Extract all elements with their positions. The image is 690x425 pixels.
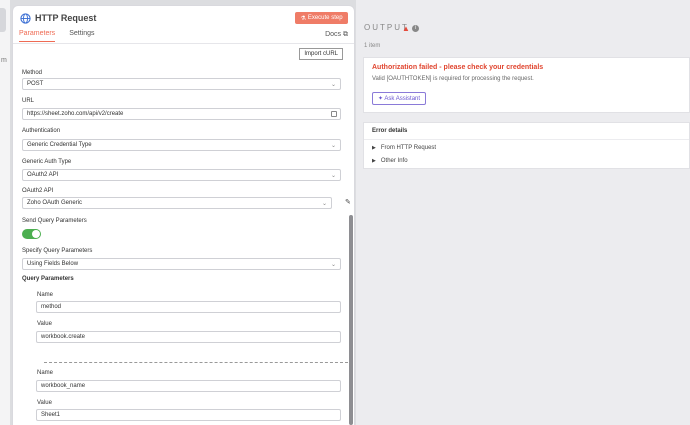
details-row-label: Other Info: [381, 158, 408, 164]
method-value: POST: [27, 81, 43, 87]
details-row-other-info[interactable]: ▶ Other Info: [372, 158, 408, 164]
error-details-title: Error details: [364, 123, 689, 140]
ask-assistant-label: Ask Assistant: [384, 96, 420, 102]
authentication-label: Authentication: [22, 128, 60, 134]
query-value-value: workbook.create: [41, 334, 85, 340]
query-name-label: Name: [37, 370, 53, 376]
send-query-parameters-toggle[interactable]: [22, 229, 41, 239]
execute-step-button[interactable]: ⚗ Execute step: [295, 12, 348, 24]
warning-icon: ▲: [402, 24, 410, 33]
canvas-tab[interactable]: [0, 8, 6, 32]
url-value: https://sheet.zoho.com/api/v2/create: [27, 111, 123, 117]
query-parameters-heading: Query Parameters: [22, 276, 74, 282]
parameter-divider: [44, 362, 348, 363]
left-canvas-strip: m: [0, 0, 10, 425]
query-value-label: Value: [37, 321, 52, 327]
error-message: Valid [OAUTHTOKEN] is required for proce…: [372, 76, 534, 82]
url-label: URL: [22, 98, 34, 104]
query-value-input[interactable]: Sheet1: [36, 409, 341, 421]
canvas-text-fragment: m: [1, 57, 7, 64]
expand-icon[interactable]: [331, 111, 337, 117]
query-name-label: Name: [37, 292, 53, 298]
error-details-card: Error details ▶ From HTTP Request ▶ Other …: [363, 122, 690, 169]
oauth2-credential-value: Zoho OAuth Generic: [27, 200, 82, 206]
url-input[interactable]: https://sheet.zoho.com/api/v2/create: [22, 108, 341, 120]
authentication-value: Generic Credential Type: [27, 142, 92, 148]
docs-label: Docs: [325, 31, 341, 38]
caret-right-icon: ▶: [372, 145, 376, 151]
tab-settings[interactable]: Settings: [69, 30, 94, 42]
send-query-parameters-label: Send Query Parameters: [22, 218, 87, 224]
error-card: Authorization failed - please check your…: [363, 57, 690, 113]
docs-link[interactable]: Docs ⧉: [325, 31, 348, 39]
flask-icon: ⚗: [300, 15, 305, 22]
globe-icon: [20, 13, 31, 24]
node-parameters-panel: HTTP Request ⚗ Execute step Parameters S…: [12, 5, 355, 425]
specify-query-parameters-select[interactable]: Using Fields Below ⌄: [22, 258, 341, 270]
query-name-input[interactable]: workbook_name: [36, 380, 341, 392]
specify-query-parameters-value: Using Fields Below: [27, 261, 78, 267]
import-curl-button[interactable]: Import cURL: [299, 48, 343, 60]
item-count: 1 item: [364, 43, 380, 49]
authentication-select[interactable]: Generic Credential Type ⌄: [22, 139, 341, 151]
node-title: HTTP Request: [35, 13, 96, 23]
panel-header: HTTP Request ⚗ Execute step Parameters S…: [13, 6, 354, 44]
chevron-down-icon: ⌄: [331, 142, 336, 149]
info-icon[interactable]: i: [412, 25, 419, 32]
query-name-value: workbook_name: [41, 383, 85, 389]
query-value-input[interactable]: workbook.create: [36, 331, 341, 343]
pencil-icon[interactable]: ✎: [345, 198, 351, 206]
error-title: Authorization failed - please check your…: [372, 64, 543, 71]
chevron-down-icon: ⌄: [331, 261, 336, 268]
method-label: Method: [22, 70, 42, 76]
query-name-input[interactable]: method: [36, 301, 341, 313]
generic-auth-type-value: OAuth2 API: [27, 172, 58, 178]
toggle-knob: [32, 230, 40, 238]
sparkle-icon: ✦: [378, 96, 383, 102]
details-row-label: From HTTP Request: [381, 145, 436, 151]
caret-right-icon: ▶: [372, 158, 376, 164]
generic-auth-type-select[interactable]: OAuth2 API ⌄: [22, 169, 341, 181]
query-value-label: Value: [37, 400, 52, 406]
execute-step-label: Execute step: [308, 15, 343, 21]
specify-query-parameters-label: Specify Query Parameters: [22, 248, 92, 254]
external-link-icon: ⧉: [343, 31, 348, 38]
query-name-value: method: [41, 304, 61, 310]
oauth2-api-label: OAuth2 API: [22, 188, 53, 194]
tab-parameters[interactable]: Parameters: [19, 30, 55, 42]
chevron-down-icon: ⌄: [322, 200, 327, 207]
chevron-down-icon: ⌄: [331, 81, 336, 88]
ask-assistant-button[interactable]: ✦ Ask Assistant: [372, 92, 426, 105]
method-select[interactable]: POST ⌄: [22, 78, 341, 90]
query-value-value: Sheet1: [41, 412, 60, 418]
panel-scrollbar[interactable]: [349, 215, 353, 425]
generic-auth-type-label: Generic Auth Type: [22, 159, 71, 165]
details-row-from-http-request[interactable]: ▶ From HTTP Request: [372, 145, 436, 151]
chevron-down-icon: ⌄: [331, 172, 336, 179]
oauth2-credential-select[interactable]: Zoho OAuth Generic ⌄: [22, 197, 332, 209]
